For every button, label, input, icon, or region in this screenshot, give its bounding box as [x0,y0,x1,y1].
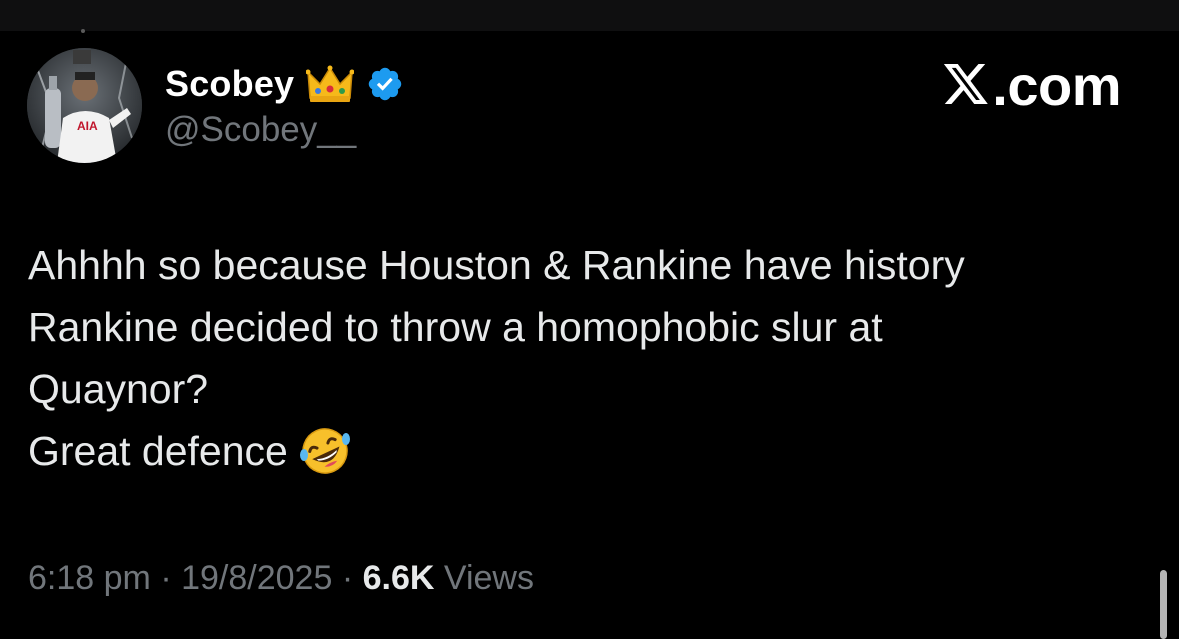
views-label: Views [443,559,534,597]
source-suffix: .com [992,54,1121,117]
tweet-line: Rankine decided to throw a homophobic sl… [28,304,883,350]
tweet-line: Quaynor? [28,366,209,412]
author-name-row[interactable]: Scobey [165,64,404,104]
crown-icon [306,64,355,104]
tweet-date[interactable]: 19/8/2025 [181,559,332,597]
top-status-bar [0,0,1179,31]
page-indicator-dot [81,29,85,33]
meta-separator: · [160,559,172,597]
views-count[interactable]: 6.6K [363,559,435,597]
tweet-time[interactable]: 6:18 pm [28,559,151,597]
svg-text:AIA: AIA [77,119,98,133]
tweet-screenshot: AIA Scobey @Scobey__ .com Ahhhh so becau… [0,0,1179,639]
avatar[interactable]: AIA [27,48,142,163]
tweet-body: Ahhhh so because Houston & Rankine have … [28,234,1148,492]
source-watermark: .com [942,56,1121,116]
tweet-line-last: Great defence [28,420,1148,492]
verified-badge-icon [366,65,404,103]
rolling-on-floor-laughing-icon [298,425,352,492]
author-handle[interactable]: @Scobey__ [165,110,356,150]
tweet-line: Ahhhh so because Houston & Rankine have … [28,242,965,288]
display-name[interactable]: Scobey [165,64,294,104]
avatar-photo-icon: AIA [27,48,142,163]
meta-separator: · [341,559,354,597]
tweet-line-text: Great defence [28,428,288,474]
x-logo-icon [942,64,990,108]
tweet-metadata: 6:18 pm · 19/8/2025 · 6.6K Views [28,556,534,600]
scrollbar[interactable] [1160,570,1167,639]
